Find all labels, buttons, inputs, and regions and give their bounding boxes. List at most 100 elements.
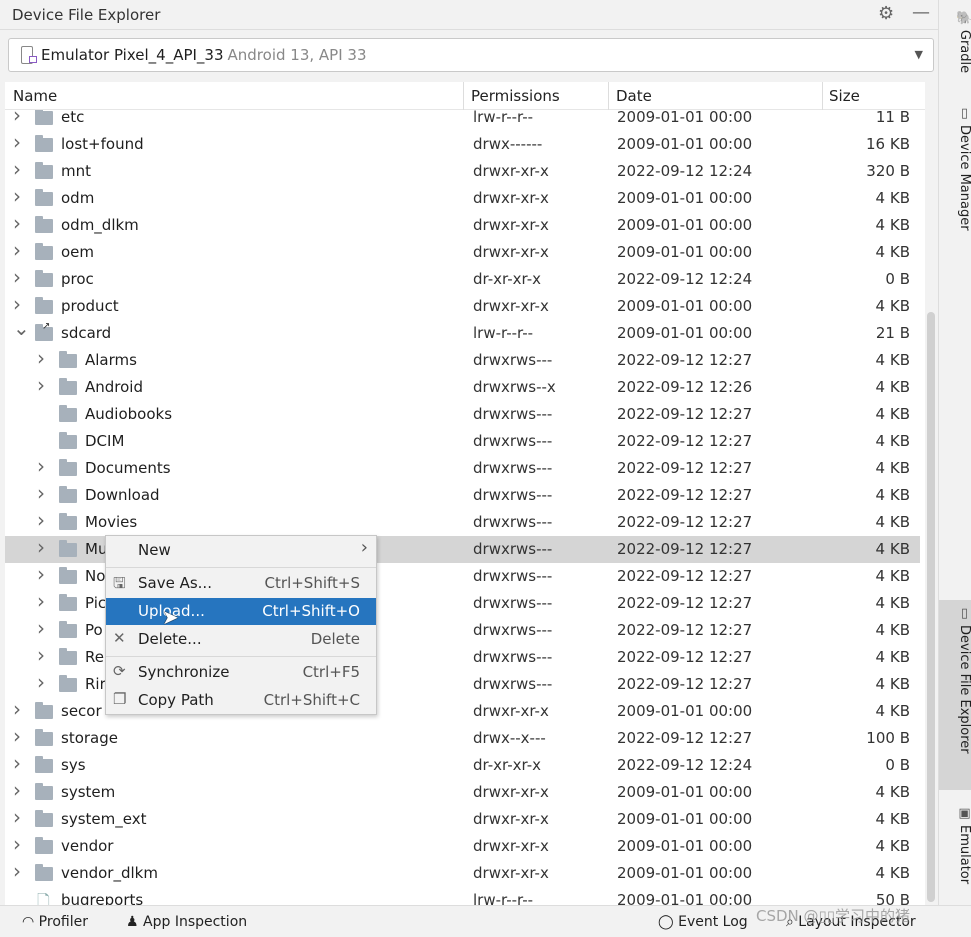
sidebar-tab-device-manager[interactable]: ▯ Device Manager bbox=[939, 100, 971, 350]
table-row[interactable]: Audiobooks drwxrws--- 2022-09-12 12:27 4 KB bbox=[5, 401, 920, 428]
table-row[interactable]: › product drwxr-xr-x 2009-01-01 00:00 4 KB bbox=[5, 292, 920, 320]
file-size: 100 B bbox=[866, 729, 910, 747]
table-row[interactable]: › Alarms drwxrws--- 2022-09-12 12:27 4 KB bbox=[5, 346, 920, 374]
folder-icon bbox=[35, 810, 53, 827]
column-divider[interactable] bbox=[463, 82, 464, 110]
table-row[interactable]: › system_ext drwxr-xr-x 2009-01-01 00:00 4 K… bbox=[5, 805, 920, 833]
menu-item-synchronize[interactable]: ⟳ Synchronize Ctrl+F5 bbox=[106, 659, 376, 686]
file-permissions: drwxrws--- bbox=[473, 675, 553, 693]
chevron-right-icon[interactable]: › bbox=[37, 508, 45, 532]
table-row[interactable]: › sys dr-xr-xr-x 2022-09-12 12:24 0 B bbox=[5, 751, 920, 779]
file-name: Audiobooks bbox=[85, 405, 173, 423]
column-divider[interactable] bbox=[822, 82, 823, 110]
context-menu: New › 🖫 Save As... Ctrl+Shift+S Upload... Ctrl… bbox=[105, 535, 377, 715]
panel-title: Device File Explorer bbox=[12, 6, 161, 24]
sidebar-tab-gradle[interactable]: 🐘 Gradle bbox=[939, 4, 971, 84]
sidebar-tab-emulator[interactable]: ▣ Emulator bbox=[939, 800, 971, 900]
chevron-right-icon[interactable]: › bbox=[37, 589, 45, 613]
file-permissions: drwxrws--- bbox=[473, 648, 553, 666]
menu-item-delete[interactable]: ✕ Delete... Delete bbox=[106, 626, 376, 653]
menu-item-copy-path[interactable]: ❐ Copy Path Ctrl+Shift+C bbox=[106, 687, 376, 714]
chevron-right-icon[interactable]: › bbox=[13, 724, 21, 748]
chevron-right-icon[interactable]: › bbox=[37, 670, 45, 694]
column-name[interactable]: Name bbox=[13, 87, 57, 105]
event-log-tab[interactable]: ◯ Event Log bbox=[658, 914, 748, 930]
chevron-right-icon[interactable]: › bbox=[13, 751, 21, 775]
file-size: 0 B bbox=[885, 270, 910, 288]
chevron-right-icon[interactable]: › bbox=[13, 184, 21, 208]
scrollbar-thumb[interactable] bbox=[927, 312, 935, 902]
dropdown-arrow-icon[interactable]: ▼ bbox=[915, 48, 923, 61]
column-divider[interactable] bbox=[608, 82, 609, 110]
minimize-icon[interactable]: — bbox=[912, 2, 930, 23]
file-size: 4 KB bbox=[875, 243, 910, 261]
file-date: 2022-09-12 12:27 bbox=[617, 540, 753, 558]
chevron-right-icon[interactable]: › bbox=[13, 859, 21, 883]
chevron-right-icon[interactable]: › bbox=[13, 805, 21, 829]
file-name: mnt bbox=[61, 162, 91, 180]
menu-item-new[interactable]: New › bbox=[106, 537, 376, 564]
table-row[interactable]: › proc dr-xr-xr-x 2022-09-12 12:24 0 B bbox=[5, 265, 920, 293]
chevron-right-icon[interactable]: › bbox=[13, 238, 21, 262]
file-name: system_ext bbox=[61, 810, 147, 828]
table-row[interactable]: › mnt drwxr-xr-x 2022-09-12 12:24 320 B bbox=[5, 157, 920, 185]
table-row[interactable]: › oem drwxr-xr-x 2009-01-01 00:00 4 KB bbox=[5, 238, 920, 266]
column-permissions[interactable]: Permissions bbox=[471, 87, 560, 105]
table-row[interactable]: 🗋 bugreports lrw-r--r-- 2009-01-01 00:00 50 … bbox=[5, 887, 920, 905]
chevron-right-icon[interactable]: › bbox=[37, 373, 45, 397]
column-size[interactable]: Size bbox=[829, 87, 860, 105]
table-row[interactable]: › system drwxr-xr-x 2009-01-01 00:00 4 KB bbox=[5, 778, 920, 806]
folder-icon bbox=[59, 378, 77, 395]
chevron-right-icon[interactable]: › bbox=[13, 157, 21, 181]
menu-separator bbox=[106, 656, 376, 657]
chevron-right-icon[interactable]: › bbox=[13, 778, 21, 802]
gear-icon[interactable]: ⚙ bbox=[878, 3, 894, 24]
menu-item-shortcut: Ctrl+F5 bbox=[302, 663, 360, 681]
chevron-right-icon[interactable]: › bbox=[37, 346, 45, 370]
profiler-tab[interactable]: ◠ Profiler bbox=[22, 914, 88, 930]
file-name: Android bbox=[85, 378, 143, 396]
menu-item-label: New bbox=[138, 541, 171, 559]
table-row[interactable]: › Download drwxrws--- 2022-09-12 12:27 4 KB bbox=[5, 481, 920, 509]
file-name: lost+found bbox=[61, 135, 144, 153]
chevron-right-icon[interactable]: › bbox=[13, 697, 21, 721]
menu-item-upload[interactable]: Upload... Ctrl+Shift+O bbox=[106, 598, 376, 625]
table-row[interactable]: › odm drwxr-xr-x 2009-01-01 00:00 4 KB bbox=[5, 184, 920, 212]
file-name: bugreports bbox=[61, 891, 144, 905]
app-inspection-tab[interactable]: ♟ App Inspection bbox=[126, 914, 247, 930]
folder-link-icon bbox=[35, 321, 53, 341]
file-name: odm_dlkm bbox=[61, 216, 139, 234]
table-row[interactable]: › Documents drwxrws--- 2022-09-12 12:27 4 KB bbox=[5, 454, 920, 482]
table-row[interactable]: › vendor_dlkm drwxr-xr-x 2009-01-01 00:00 4 … bbox=[5, 859, 920, 887]
table-row[interactable]: ⌄ sdcard lrw-r--r-- 2009-01-01 00:00 21 B bbox=[5, 316, 920, 347]
chevron-right-icon[interactable]: › bbox=[37, 616, 45, 640]
table-row[interactable]: › storage drwx--x--- 2022-09-12 12:27 100 B bbox=[5, 724, 920, 752]
chevron-right-icon[interactable]: › bbox=[37, 643, 45, 667]
table-row[interactable]: DCIM drwxrws--- 2022-09-12 12:27 4 KB bbox=[5, 428, 920, 455]
vertical-scrollbar[interactable] bbox=[925, 82, 937, 905]
menu-item-label: Save As... bbox=[138, 574, 212, 592]
table-row[interactable]: › Movies drwxrws--- 2022-09-12 12:27 4 KB bbox=[5, 508, 920, 536]
chevron-down-icon[interactable]: ⌄ bbox=[13, 316, 30, 340]
sidebar-tab-device-file-explorer[interactable]: ▯ Device File Explorer bbox=[939, 600, 971, 790]
table-row[interactable]: › odm_dlkm drwxr-xr-x 2009-01-01 00:00 4 KB bbox=[5, 211, 920, 239]
device-selector[interactable]: Emulator Pixel_4_API_33 Android 13, API 3… bbox=[8, 38, 934, 72]
chevron-right-icon[interactable]: › bbox=[13, 832, 21, 856]
table-row[interactable]: › Android drwxrws--x 2022-09-12 12:26 4 KB bbox=[5, 373, 920, 401]
chevron-right-icon[interactable]: › bbox=[37, 562, 45, 586]
menu-item-save-as[interactable]: 🖫 Save As... Ctrl+Shift+S bbox=[106, 570, 376, 597]
chevron-right-icon[interactable]: › bbox=[37, 454, 45, 478]
chevron-right-icon[interactable]: › bbox=[13, 265, 21, 289]
chevron-right-icon[interactable]: › bbox=[37, 535, 45, 559]
table-row[interactable]: › lost+found drwx------ 2009-01-01 00:00 16 … bbox=[5, 130, 920, 158]
chevron-right-icon[interactable]: › bbox=[37, 481, 45, 505]
chevron-right-icon[interactable]: › bbox=[13, 211, 21, 235]
table-row[interactable]: › vendor drwxr-xr-x 2009-01-01 00:00 4 KB bbox=[5, 832, 920, 860]
chevron-right-icon[interactable]: › bbox=[13, 130, 21, 154]
chevron-right-icon[interactable]: › bbox=[13, 292, 21, 316]
app-inspection-icon: ♟ bbox=[126, 914, 139, 930]
file-name: DCIM bbox=[85, 432, 125, 450]
column-date[interactable]: Date bbox=[616, 87, 652, 105]
file-size: 50 B bbox=[875, 891, 910, 905]
event-log-icon: ◯ bbox=[658, 914, 674, 930]
